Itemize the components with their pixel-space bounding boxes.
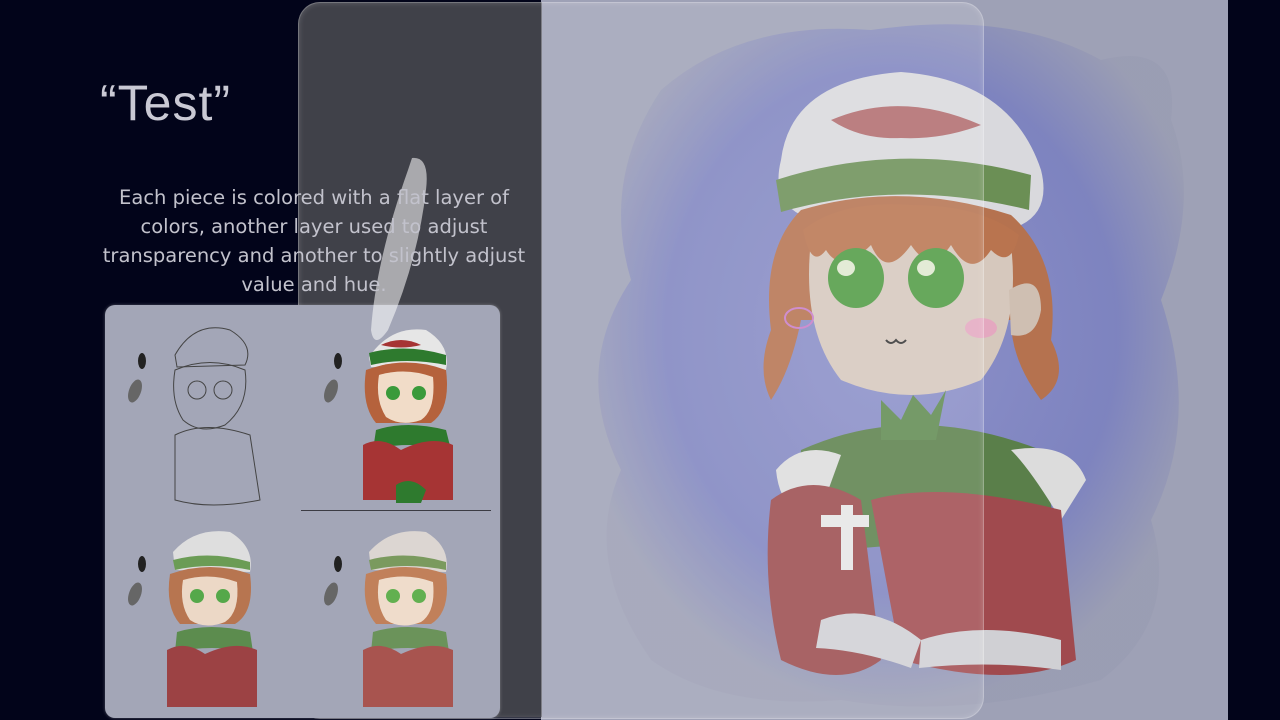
process-grid [105, 305, 500, 718]
presentation-slide: “Test” Each piece is colored with a flat… [0, 0, 1280, 720]
slide-title: “Test” [100, 75, 231, 131]
slide-description: Each piece is colored with a flat layer … [102, 186, 526, 296]
step-transparency [105, 512, 300, 717]
step-lineart [105, 305, 300, 510]
grid-divider [301, 510, 491, 511]
step-value-hue [301, 512, 496, 717]
